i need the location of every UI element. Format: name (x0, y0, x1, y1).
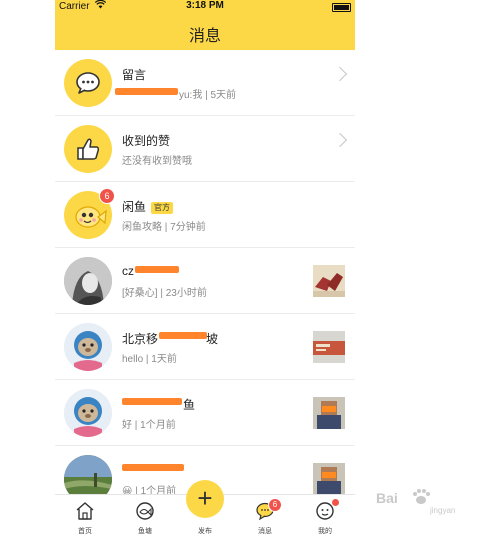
battery-icon (332, 3, 351, 12)
chevron-right-icon (332, 66, 348, 82)
unread-badge: 6 (99, 188, 115, 204)
home-icon (76, 502, 94, 520)
tab-home[interactable]: 首页 (55, 495, 115, 542)
avatar (64, 323, 112, 371)
tab-bar: 首页 鱼塘 + 发布 6 消息 我的 (55, 480, 355, 542)
chevron-right-icon (332, 132, 348, 148)
message-sender: 鱼 (183, 398, 196, 412)
notification-dot (332, 499, 339, 506)
page-title: 消息 (188, 28, 221, 45)
redaction-mark (115, 88, 178, 95)
tab-label: 发布 (198, 528, 212, 535)
tab-messages[interactable]: 6 消息 (235, 495, 295, 542)
item-thumbnail (313, 463, 345, 495)
tab-profile[interactable]: 我的 (295, 495, 355, 542)
tab-label: 首页 (78, 528, 92, 535)
item-thumbnail (313, 397, 345, 429)
message-preview: 闲鱼攻略 | 7分钟前 (122, 222, 206, 233)
tab-fish-pond[interactable]: 鱼塘 (115, 495, 175, 542)
tab-label: 消息 (258, 528, 272, 535)
message-preview: hello | 1天前 (122, 354, 177, 365)
item-thumbnail (313, 265, 345, 297)
message-preview: 好 | 1个月前 (122, 420, 176, 431)
item-thumbnail (313, 331, 345, 363)
phone-screen: Carrier 3:18 PM 消息 留言 yu:我 | 5天前 收到的赞 还没… (55, 0, 355, 542)
unread-badge: 6 (268, 498, 282, 512)
tab-label: 鱼塘 (138, 528, 152, 535)
official-tag: 官方 (151, 202, 174, 214)
message-row-user[interactable]: 北京移 坡 hello | 1天前 (55, 314, 355, 380)
message-sender: 闲鱼 官方 (122, 198, 174, 215)
avatar (64, 257, 112, 305)
message-row-comments[interactable]: 留言 yu:我 | 5天前 (55, 50, 355, 116)
redaction-mark (122, 398, 182, 405)
message-sender: 留言 (122, 68, 147, 82)
thumbs-up-icon (64, 125, 112, 173)
redaction-mark (135, 266, 179, 273)
message-sender: 收到的赞 (122, 134, 171, 148)
tab-publish[interactable]: + 发布 (175, 480, 235, 542)
watermark-text: Bai (376, 490, 398, 506)
avatar (64, 389, 112, 437)
chat-bubble-icon (64, 59, 112, 107)
sender-name: 北京移 (122, 332, 159, 346)
message-row-user[interactable]: cz [好桑心] | 23小时前 (55, 248, 355, 314)
baidu-watermark: Bai (376, 489, 430, 506)
message-row-likes[interactable]: 收到的赞 还没有收到赞哦 (55, 116, 355, 182)
message-list[interactable]: 留言 yu:我 | 5天前 收到的赞 还没有收到赞哦 6 闲鱼 官方 闲鱼攻略 … (55, 50, 355, 512)
nav-bar: 消息 (55, 14, 355, 50)
message-preview: [好桑心] | 23小时前 (122, 288, 207, 299)
redaction-mark (159, 332, 207, 339)
sender-name-suffix: 坡 (206, 332, 219, 346)
watermark-subtext: jingyan (430, 506, 456, 515)
message-row-user[interactable]: 鱼 好 | 1个月前 (55, 380, 355, 446)
fish-pond-icon (136, 502, 154, 520)
status-bar: Carrier 3:18 PM (55, 0, 355, 14)
plus-icon: + (186, 480, 224, 518)
clock: 3:18 PM (186, 0, 224, 11)
message-preview: yu:我 | 5天前 (179, 90, 237, 101)
sender-name: 闲鱼 (122, 200, 147, 214)
tab-label: 我的 (318, 528, 332, 535)
message-sender: cz (122, 264, 134, 278)
paw-icon (413, 489, 430, 504)
message-row-xianyu[interactable]: 6 闲鱼 官方 闲鱼攻略 | 7分钟前 (55, 182, 355, 248)
message-preview: 还没有收到赞哦 (122, 156, 192, 167)
redaction-mark (122, 464, 184, 471)
